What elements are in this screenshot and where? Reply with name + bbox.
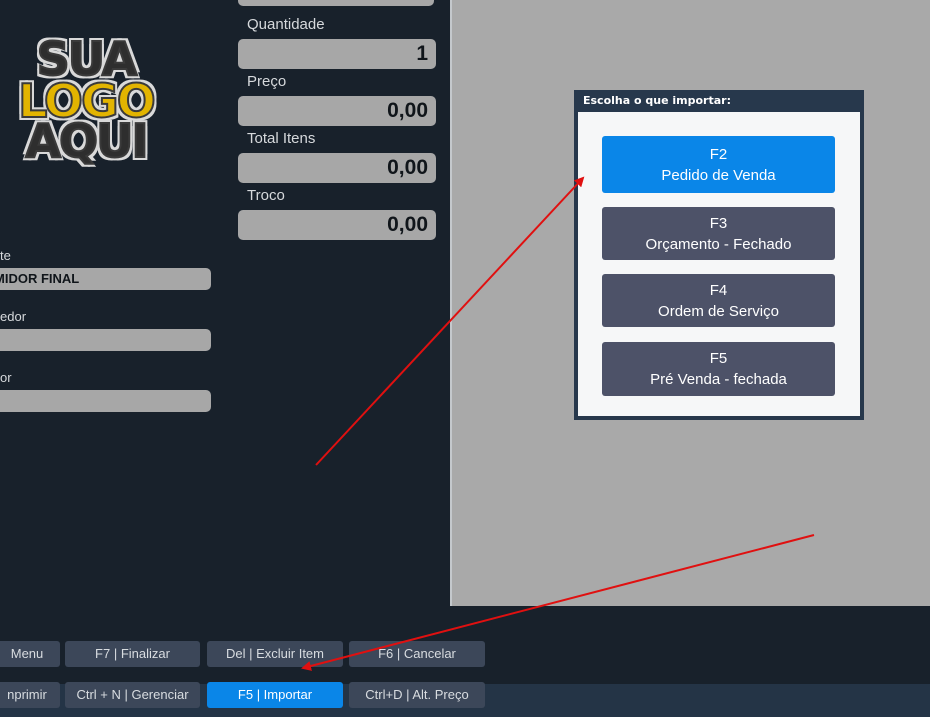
annotation-arrow-to-dialog <box>315 176 585 466</box>
annotation-arrows <box>301 176 815 671</box>
pdv-window: SUA LOGO AQUI Quantidade 1 Preço 0,00 To… <box>0 0 930 717</box>
annotation-arrow-to-import-button <box>301 534 815 671</box>
